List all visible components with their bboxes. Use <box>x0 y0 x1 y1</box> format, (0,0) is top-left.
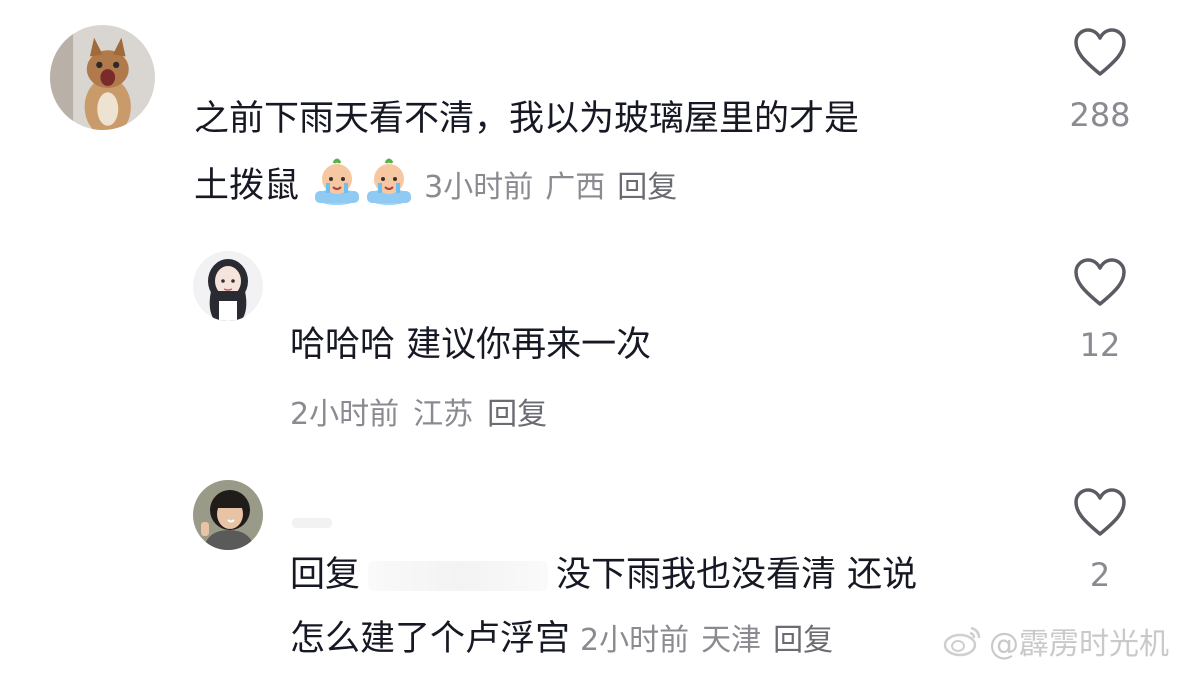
crying-emoji-icon <box>367 158 412 205</box>
comment-text: 之前下雨天看不清，我以为玻璃屋里的才是 <box>194 92 859 146</box>
comment-time: 3小时前 <box>424 170 534 205</box>
comment-location: 江苏 <box>413 397 474 432</box>
avatar[interactable] <box>193 480 263 550</box>
comment-text: 哈哈哈 建议你再来一次 <box>290 318 651 372</box>
reply-prefix: 回复 <box>290 555 361 595</box>
like-button[interactable]: 288 <box>1060 28 1140 134</box>
woman-avatar-image <box>193 480 263 550</box>
comment-text: 土拨鼠 3小时前 广西 回复 <box>194 157 689 215</box>
avatar[interactable] <box>50 25 155 130</box>
reply-button[interactable]: 回复 <box>773 623 833 658</box>
like-button[interactable]: 12 <box>1060 258 1140 364</box>
crying-emoji-icon <box>315 158 360 205</box>
comment-meta: 2小时前 天津 回复 <box>580 623 845 658</box>
like-count: 288 <box>1069 96 1131 134</box>
comment-meta: 2小时前 江苏 回复 <box>290 395 561 435</box>
like-count: 2 <box>1089 556 1111 594</box>
cat-avatar-image <box>50 25 155 130</box>
comment-time: 2小时前 <box>290 397 400 432</box>
watermark-text: @霹雳时光机 <box>989 627 1169 662</box>
comment-location: 天津 <box>701 623 762 658</box>
comment-text-line: 之前下雨天看不清，我以为玻璃屋里的才是 <box>194 99 860 139</box>
heart-icon <box>1074 28 1126 76</box>
weibo-logo-icon <box>943 626 981 657</box>
heart-icon <box>1074 258 1126 306</box>
avatar[interactable] <box>193 251 263 321</box>
blurred-mention[interactable] <box>368 561 549 591</box>
like-count: 12 <box>1079 326 1121 364</box>
comment-meta: 3小时前 广西 回复 <box>424 170 689 205</box>
blurred-username <box>292 518 332 528</box>
comment-text: 回复 没下雨我也没看清 还说 <box>290 548 917 602</box>
heart-icon <box>1074 488 1126 536</box>
reply-button[interactable]: 回复 <box>487 397 547 432</box>
weibo-watermark: @霹雳时光机 <box>943 619 1169 663</box>
like-button[interactable]: 2 <box>1060 488 1140 594</box>
comment-text-line: 土拨鼠 <box>194 166 300 206</box>
comment-text-line: 哈哈哈 建议你再来一次 <box>290 325 652 365</box>
comment-location: 广西 <box>545 170 606 205</box>
girl-avatar-image <box>193 251 263 321</box>
comment-text: 怎么建了个卢浮宫 2小时前 天津 回复 <box>290 612 845 668</box>
reply-button[interactable]: 回复 <box>617 170 677 205</box>
comment-text-line: 没下雨我也没看清 还说 <box>556 555 918 595</box>
comment-time: 2小时前 <box>580 623 690 658</box>
comment-text-line: 怎么建了个卢浮宫 <box>290 619 571 659</box>
